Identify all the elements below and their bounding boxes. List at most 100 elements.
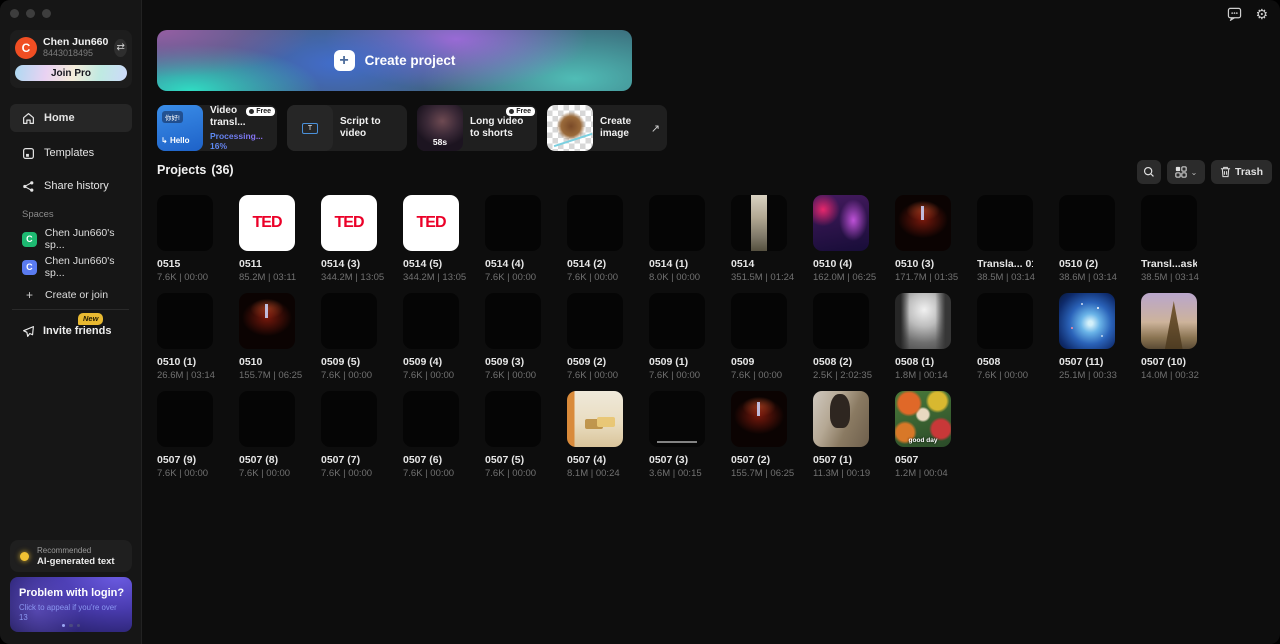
project-card[interactable]: 0509 (2) 7.6K | 00:00 (567, 293, 623, 381)
project-name: 0507 (2) (731, 454, 771, 466)
space-label: Chen Jun660's sp... (44, 227, 115, 251)
project-name: 0508 (2) (813, 356, 853, 368)
project-card[interactable]: 0514 (2) 7.6K | 00:00 (567, 195, 623, 283)
project-card[interactable]: 0508 (1) 1.8M | 00:14 (895, 293, 951, 381)
project-card[interactable]: Transla... 01 (1) 38.5M | 03:14 (977, 195, 1035, 283)
sidebar-item-home[interactable]: Home (10, 104, 132, 132)
project-card[interactable]: 0509 (4) 7.6K | 00:00 (403, 293, 459, 381)
project-card[interactable]: 0507 (2) 155.7M | 06:25 (731, 391, 794, 479)
sidebar-item-label: Templates (44, 147, 95, 159)
project-card[interactable]: 0509 (1) 7.6K | 00:00 (649, 293, 705, 381)
project-thumbnail (813, 195, 869, 251)
project-stats: 25.1M | 00:33 (1059, 370, 1117, 381)
project-stats: 7.6K | 00:00 (157, 468, 209, 479)
project-stats: 7.6K | 00:00 (731, 370, 783, 381)
login-help-banner[interactable]: Problem with login? Click to appeal if y… (10, 577, 132, 632)
project-card[interactable]: 0507 (8) 7.6K | 00:00 (239, 391, 295, 479)
quick-card-long-video-to-shorts[interactable]: Free 58s Long video to shorts (417, 105, 537, 151)
create-or-join-button[interactable]: + Create or join (10, 283, 136, 307)
project-card[interactable]: 0509 (3) 7.6K | 00:00 (485, 293, 541, 381)
project-thumbnail (649, 391, 705, 447)
project-card[interactable]: 0510 155.7M | 06:25 (239, 293, 302, 381)
sidebar-item-share-history[interactable]: Share history (10, 172, 132, 200)
join-pro-button[interactable]: Join Pro (15, 65, 127, 81)
zoom-window-button[interactable] (42, 9, 51, 18)
quick-card-video-translate[interactable]: Free 你好! ↳ Hello Video transl... Process… (157, 105, 277, 151)
space-avatar: C (22, 231, 37, 247)
project-name: 0510 (2) (1059, 258, 1099, 270)
project-card[interactable]: 0510 (1) 26.6M | 03:14 (157, 293, 215, 381)
minimize-window-button[interactable] (26, 9, 35, 18)
search-icon (1143, 166, 1154, 177)
share-icon (23, 180, 34, 192)
project-card[interactable]: TED 0514 (5) 344.2M | 13:05 (403, 195, 466, 283)
project-card[interactable]: 0507 (5) 7.6K | 00:00 (485, 391, 541, 479)
quick-card-create-image[interactable]: Create image ↗ (547, 105, 667, 151)
project-card[interactable]: 0510 (3) 171.7M | 01:35 (895, 195, 958, 283)
project-card[interactable]: 0507 (11) 25.1M | 00:33 (1059, 293, 1117, 381)
create-project-banner[interactable]: + Create project (157, 30, 632, 91)
sidebar-item-space-1[interactable]: C Chen Jun660's sp... (10, 227, 136, 251)
project-card[interactable]: 0509 7.6K | 00:00 (731, 293, 787, 381)
project-card[interactable]: 0514 (4) 7.6K | 00:00 (485, 195, 541, 283)
project-stats: 38.5M | 03:14 (1141, 272, 1199, 283)
project-name: 0507 (5) (485, 454, 525, 466)
plus-icon: + (333, 50, 355, 71)
thumbnail-text: TED (416, 214, 447, 231)
project-card[interactable]: 0507 (4) 8.1M | 00:24 (567, 391, 623, 479)
project-card[interactable]: 0514 (1) 8.0K | 00:00 (649, 195, 705, 283)
project-name: 0510 (239, 356, 263, 368)
login-banner-subtitle: Click to appeal if you're over 13 (19, 603, 117, 622)
coin-icon (249, 109, 255, 114)
quick-card-script-to-video[interactable]: T Script to video (287, 105, 407, 151)
project-card[interactable]: 0507 (1) 11.3M | 00:19 (813, 391, 870, 479)
project-card[interactable]: 0514 351.5M | 01:24 (731, 195, 795, 283)
long-video-thumbnail: 58s (417, 105, 463, 151)
invite-friends-button[interactable]: Invite friends (10, 318, 136, 344)
settings-gear-icon[interactable]: ⚙ (1255, 7, 1268, 21)
project-card[interactable]: 0507 (6) 7.6K | 00:00 (403, 391, 459, 479)
recommended-label: AI-generated text (37, 555, 115, 567)
project-card[interactable]: 0507 (7) 7.6K | 00:00 (321, 391, 377, 479)
project-card[interactable]: 0510 (2) 38.6M | 03:14 (1059, 195, 1117, 283)
project-card[interactable]: good day 0507 1.2M | 00:04 (895, 391, 951, 479)
project-name: 0511 (239, 258, 262, 270)
project-card[interactable]: 0515 7.6K | 00:00 (157, 195, 213, 283)
project-name: 0514 (731, 258, 755, 270)
project-card[interactable]: 0507 (3) 3.6M | 00:15 (649, 391, 705, 479)
project-stats: 7.6K | 00:00 (321, 468, 373, 479)
project-card[interactable]: TED 0511 85.2M | 03:11 (239, 195, 296, 283)
thumbnail-caption: good day (908, 437, 938, 444)
project-thumbnail (321, 293, 377, 349)
project-thumbnail (485, 391, 541, 447)
project-card[interactable]: 0510 (4) 162.0M | 06:25 (813, 195, 877, 283)
project-stats: 162.0M | 06:25 (813, 272, 877, 283)
pagination-dot[interactable] (76, 623, 81, 627)
project-card[interactable]: 0507 (10) 14.0M | 00:32 (1141, 293, 1199, 381)
project-card[interactable]: 0507 (9) 7.6K | 00:00 (157, 391, 213, 479)
feedback-message-icon[interactable] (1227, 7, 1242, 21)
project-card[interactable]: TED 0514 (3) 344.2M | 13:05 (321, 195, 384, 283)
send-icon (23, 325, 34, 337)
project-card[interactable]: Transl...ask 01 38.5M | 03:14 (1141, 195, 1199, 283)
project-thumbnail (731, 293, 787, 349)
recommended-card[interactable]: Recommended AI-generated text (10, 540, 132, 572)
switch-account-button[interactable]: ⇄ (114, 38, 127, 57)
profile-card[interactable]: C Chen Jun660 8443018495 ⇄ Join Pro (10, 30, 132, 88)
pagination-dot[interactable] (61, 623, 66, 627)
sidebar-item-templates[interactable]: Templates (10, 139, 132, 167)
search-button[interactable] (1136, 160, 1161, 184)
view-toggle-button[interactable]: ⌄ (1166, 160, 1205, 184)
project-card[interactable]: 0508 7.6K | 00:00 (977, 293, 1033, 381)
sidebar-item-label: Home (44, 112, 75, 124)
close-window-button[interactable] (10, 9, 19, 18)
project-card[interactable]: 0509 (5) 7.6K | 00:00 (321, 293, 377, 381)
trash-button[interactable]: Trash (1210, 160, 1272, 184)
project-card[interactable]: 0508 (2) 2.5K | 2:02:35 (813, 293, 872, 381)
project-stats: 14.0M | 00:32 (1141, 370, 1199, 381)
project-name: 0509 (3) (485, 356, 525, 368)
pagination-dot[interactable] (69, 623, 73, 627)
project-stats: 7.6K | 00:00 (403, 370, 455, 381)
project-stats: 351.5M | 01:24 (731, 272, 795, 283)
sidebar-item-space-2[interactable]: C Chen Jun660's sp... (10, 255, 136, 279)
